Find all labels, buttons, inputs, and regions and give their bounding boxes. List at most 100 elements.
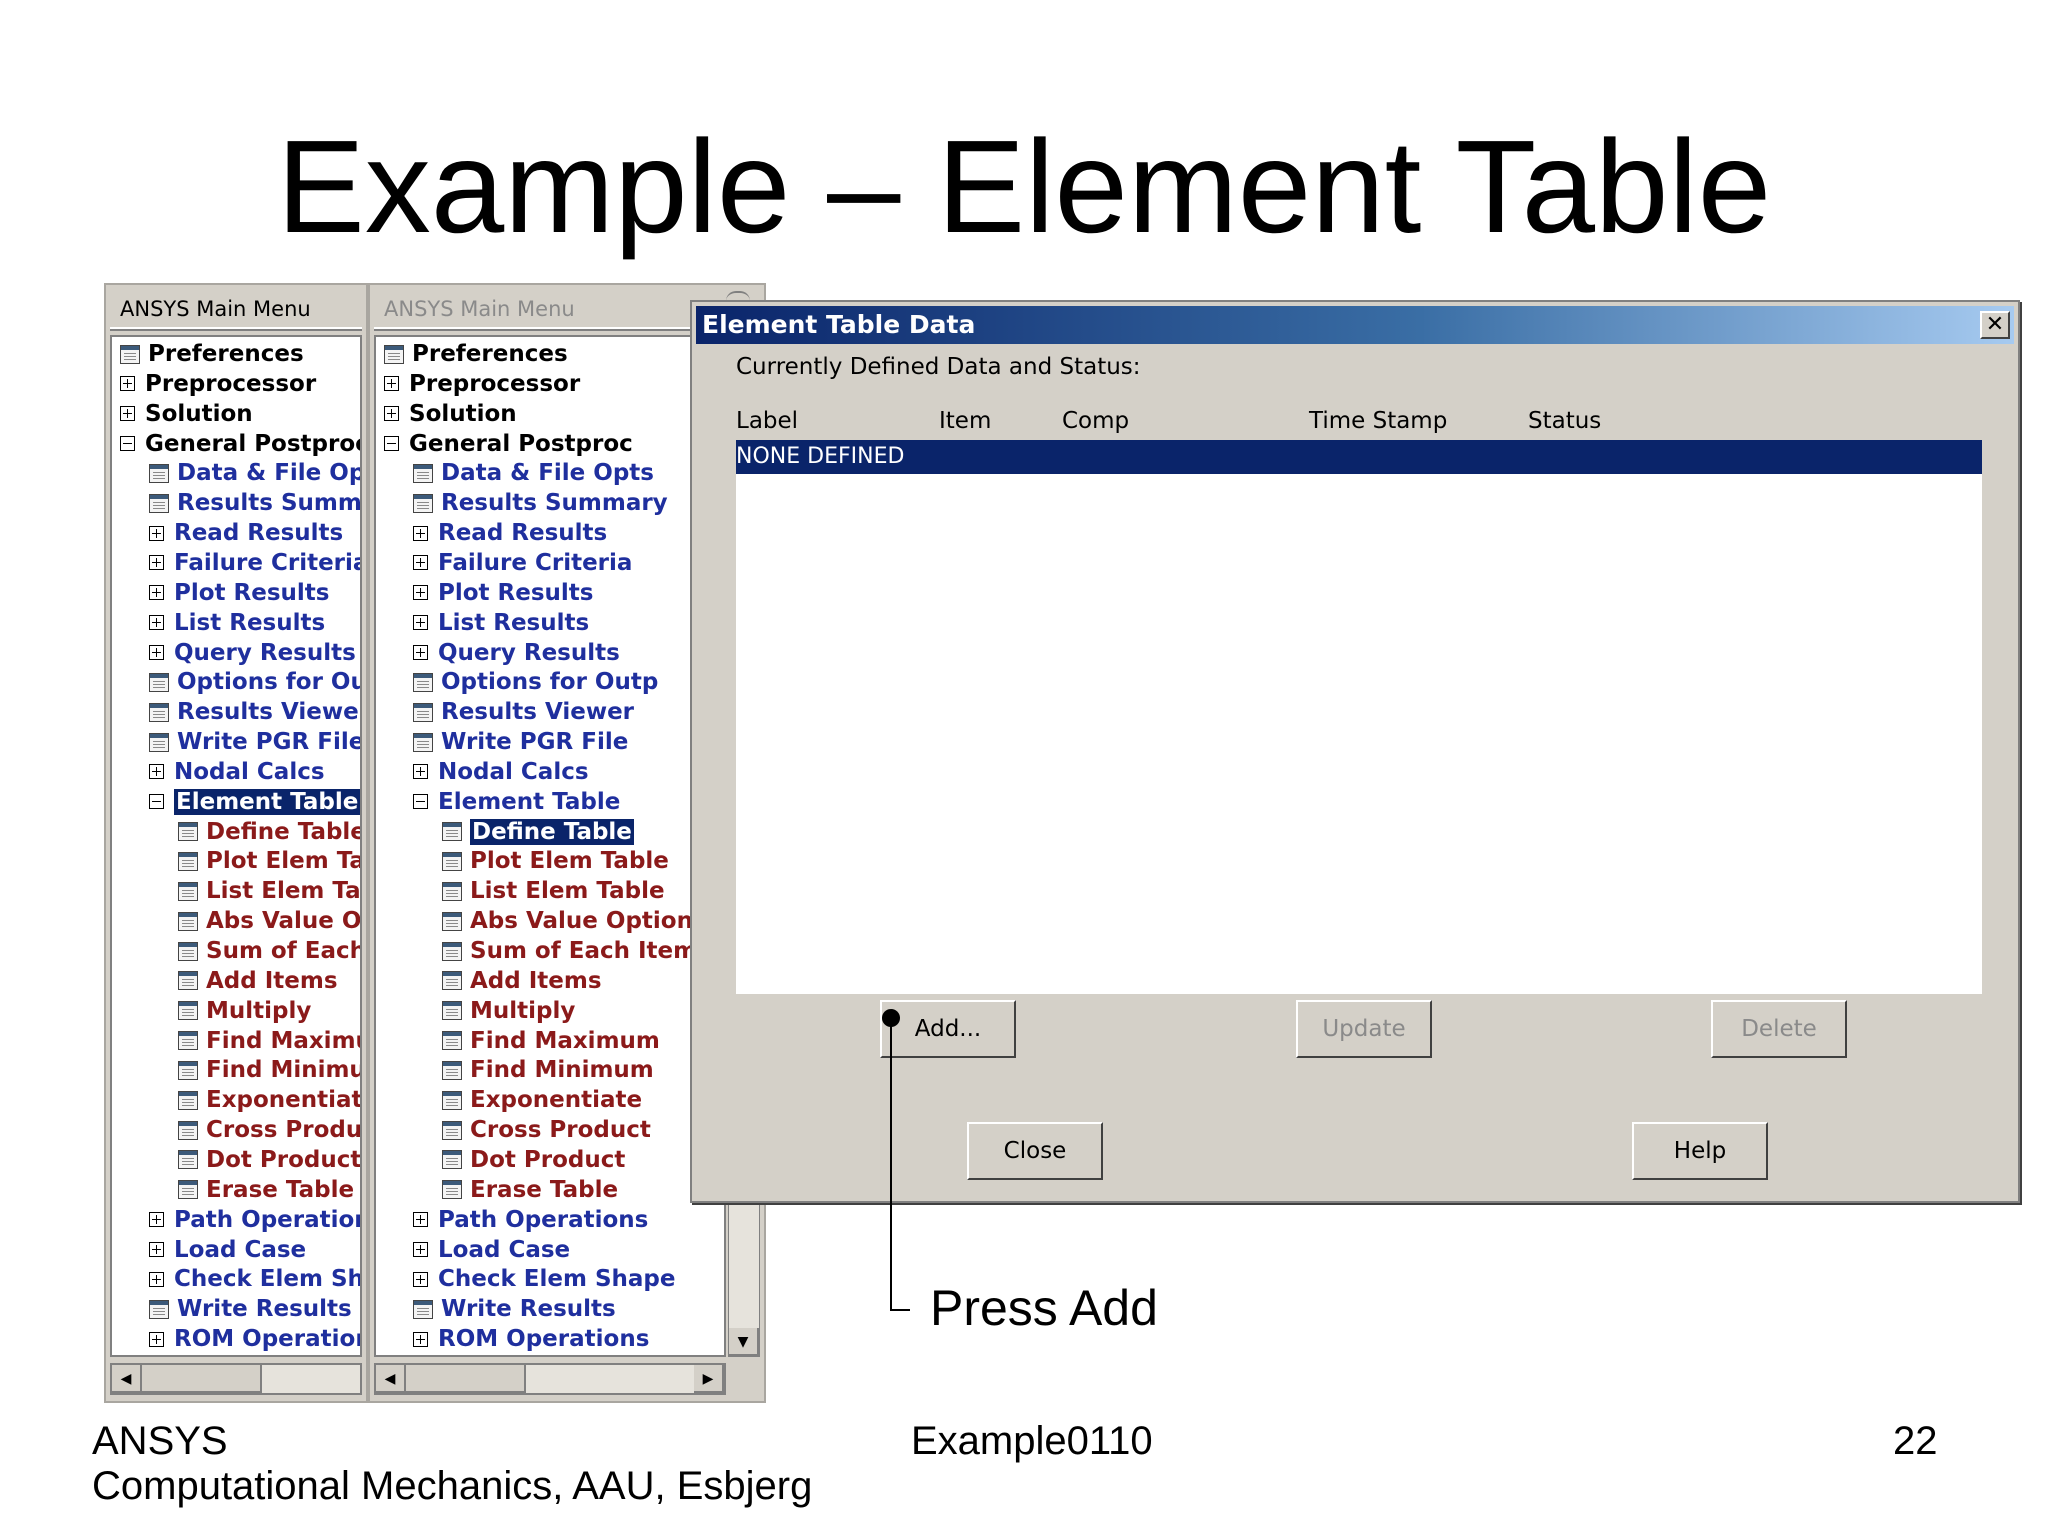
dialog-window-icon[interactable] xyxy=(120,344,140,364)
expand-plus-icon[interactable] xyxy=(120,406,135,422)
menu-item[interactable]: Results Viewer xyxy=(112,697,360,727)
expand-plus-icon[interactable] xyxy=(413,615,428,631)
menu-item[interactable]: Preferences xyxy=(376,339,724,369)
menu-item[interactable]: Plot Results xyxy=(376,578,724,608)
menu-item[interactable]: Preprocessor xyxy=(376,369,724,399)
dialog-window-icon[interactable] xyxy=(178,851,198,871)
scroll-right-arrow-icon[interactable]: ▶ xyxy=(694,1365,724,1393)
dialog-window-icon[interactable] xyxy=(442,1090,462,1110)
menu-item[interactable]: Read Results xyxy=(112,518,360,548)
scroll-left-arrow-icon[interactable]: ◀ xyxy=(112,1365,142,1393)
expand-plus-icon[interactable] xyxy=(149,764,164,780)
expand-plus-icon[interactable] xyxy=(413,585,428,601)
dialog-window-icon[interactable] xyxy=(442,1180,462,1200)
menu-item[interactable]: Add Items xyxy=(376,966,724,996)
help-button[interactable]: Help xyxy=(1632,1122,1768,1180)
dialog-window-icon[interactable] xyxy=(178,1120,198,1140)
dialog-window-icon[interactable] xyxy=(149,672,169,692)
dialog-window-icon[interactable] xyxy=(442,1031,462,1051)
menu-item[interactable]: Results Summary xyxy=(376,488,724,518)
dialog-window-icon[interactable] xyxy=(178,1090,198,1110)
menu-item[interactable]: Path Operation: xyxy=(112,1205,360,1235)
dialog-window-icon[interactable] xyxy=(149,493,169,513)
menu-item[interactable]: Solution xyxy=(376,399,724,429)
menu-item[interactable]: Define Table xyxy=(376,817,724,847)
menu-item[interactable]: Load Case xyxy=(376,1235,724,1265)
menu-item[interactable]: Exponentiate xyxy=(376,1085,724,1115)
expand-plus-icon[interactable] xyxy=(413,1271,428,1287)
close-button[interactable]: Close xyxy=(967,1122,1103,1180)
menu-item[interactable]: Erase Table xyxy=(112,1175,360,1205)
menu-item[interactable]: General Postproc xyxy=(376,429,724,459)
dialog-window-icon[interactable] xyxy=(178,1001,198,1021)
expand-plus-icon[interactable] xyxy=(149,1331,164,1347)
collapse-minus-icon[interactable] xyxy=(120,436,135,452)
menu-item[interactable]: Find Maximum xyxy=(376,1026,724,1056)
dialog-window-icon[interactable] xyxy=(442,881,462,901)
scroll-down-arrow-icon[interactable]: ▼ xyxy=(729,1328,759,1356)
close-icon[interactable]: ✕ xyxy=(1980,311,2010,339)
expand-plus-icon[interactable] xyxy=(413,1242,428,1257)
menu-item[interactable]: ROM Operations xyxy=(376,1324,724,1354)
dialog-window-icon[interactable] xyxy=(442,911,462,931)
menu-item[interactable]: Check Elem Shape xyxy=(376,1264,724,1294)
dialog-window-icon[interactable] xyxy=(442,941,462,961)
menu-item[interactable]: General Postproc xyxy=(112,429,360,459)
expand-plus-icon[interactable] xyxy=(413,645,428,660)
menu-item[interactable]: Exponentiate xyxy=(112,1085,360,1115)
dialog-window-icon[interactable] xyxy=(178,1031,198,1051)
expand-plus-icon[interactable] xyxy=(384,376,399,392)
dialog-window-icon[interactable] xyxy=(149,1299,169,1319)
menu-item[interactable]: Define Table xyxy=(112,817,360,847)
menu-item[interactable]: List Results xyxy=(112,608,360,638)
menu-item[interactable]: Plot Elem Table xyxy=(376,846,724,876)
expand-plus-icon[interactable] xyxy=(149,645,164,660)
menu-item[interactable]: Preprocessor xyxy=(112,369,360,399)
menu-item[interactable]: Cross Product xyxy=(376,1115,724,1145)
menu-item[interactable]: Load Case xyxy=(112,1235,360,1265)
expand-plus-icon[interactable] xyxy=(413,1212,428,1228)
dialog-window-icon[interactable] xyxy=(149,732,169,752)
dialog-window-icon[interactable] xyxy=(413,702,433,722)
menu-item[interactable]: Element Table xyxy=(112,787,360,817)
menu-item[interactable]: Sum of Each I xyxy=(112,936,360,966)
menu-item[interactable]: Cross Produc xyxy=(112,1115,360,1145)
menu-item[interactable]: Find Minimum xyxy=(112,1055,360,1085)
menu-item[interactable]: Multiply xyxy=(112,996,360,1026)
dialog-window-icon[interactable] xyxy=(442,1150,462,1170)
menu-item[interactable]: Results Viewer xyxy=(376,697,724,727)
scroll-thumb[interactable] xyxy=(406,1365,526,1393)
menu-item[interactable]: ROM Operation: xyxy=(112,1324,360,1354)
expand-plus-icon[interactable] xyxy=(413,555,428,571)
menu-item[interactable]: Add Items xyxy=(112,966,360,996)
menu-item[interactable]: Dot Product xyxy=(112,1145,360,1175)
collapse-minus-icon[interactable] xyxy=(413,794,428,810)
menu-item[interactable]: Find Maximun xyxy=(112,1026,360,1056)
expand-plus-icon[interactable] xyxy=(120,376,135,392)
table-row[interactable]: NONE DEFINED xyxy=(736,440,1982,474)
expand-plus-icon[interactable] xyxy=(149,525,164,541)
menu-item[interactable]: Check Elem Sha xyxy=(112,1264,360,1294)
menu-item[interactable]: Query Results xyxy=(112,638,360,668)
expand-plus-icon[interactable] xyxy=(149,585,164,601)
expand-plus-icon[interactable] xyxy=(149,1212,164,1228)
menu-item[interactable]: Read Results xyxy=(376,518,724,548)
dialog-window-icon[interactable] xyxy=(442,1120,462,1140)
scroll-left-arrow-icon[interactable]: ◀ xyxy=(376,1365,406,1393)
dialog-window-icon[interactable] xyxy=(442,822,462,842)
expand-plus-icon[interactable] xyxy=(149,1271,164,1287)
dialog-window-icon[interactable] xyxy=(413,463,433,483)
scroll-thumb[interactable] xyxy=(142,1365,262,1393)
menu-item[interactable]: Write Results xyxy=(112,1294,360,1324)
expand-plus-icon[interactable] xyxy=(384,406,399,422)
dialog-window-icon[interactable] xyxy=(442,1001,462,1021)
dialog-window-icon[interactable] xyxy=(442,851,462,871)
menu-item[interactable]: List Results xyxy=(376,608,724,638)
dialog-window-icon[interactable] xyxy=(442,1060,462,1080)
menu-item[interactable]: Options for Outp xyxy=(376,667,724,697)
menu-item[interactable]: Write PGR File xyxy=(376,727,724,757)
dialog-window-icon[interactable] xyxy=(178,1150,198,1170)
menu-item[interactable]: Sum of Each Item xyxy=(376,936,724,966)
collapse-minus-icon[interactable] xyxy=(384,436,399,452)
menu-item[interactable]: Failure Criteria xyxy=(112,548,360,578)
